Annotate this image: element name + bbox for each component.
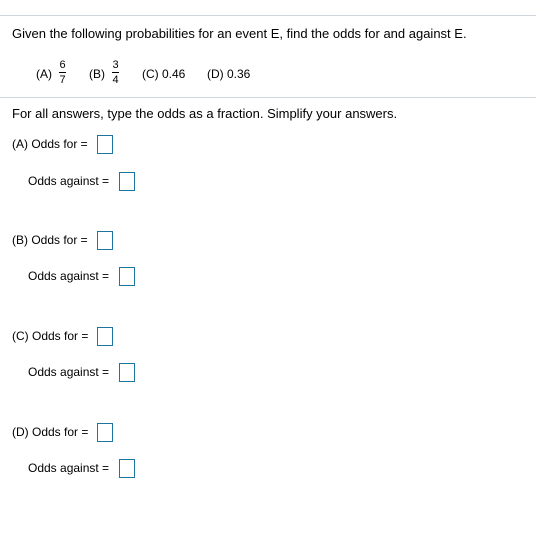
fraction-bar [59, 72, 66, 73]
answer-c-against-input[interactable] [119, 363, 135, 382]
option-b-fraction: 3 4 [112, 60, 119, 86]
answer-a-against-label: Odds against = [28, 174, 110, 188]
answer-c-for-label: (C) Odds for = [12, 329, 89, 343]
option-b-denominator: 4 [112, 74, 119, 86]
instruction-text: For all answers, type the odds as a frac… [12, 106, 398, 121]
answer-c-against-label: Odds against = [28, 365, 110, 379]
option-a-denominator: 7 [59, 74, 66, 86]
section-divider [0, 97, 536, 98]
answer-b-for-input[interactable] [97, 231, 113, 250]
option-a-fraction: 6 7 [59, 60, 66, 86]
answer-d-against-input[interactable] [119, 459, 135, 478]
answer-c-for-input[interactable] [97, 327, 113, 346]
answer-b-against-label: Odds against = [28, 269, 110, 283]
option-b-label: (B) [89, 67, 105, 81]
option-a-numerator: 6 [59, 59, 66, 71]
option-a-label: (A) [36, 67, 52, 81]
option-b-numerator: 3 [112, 59, 119, 71]
answer-d-against-label: Odds against = [28, 461, 110, 475]
answer-b-for-label: (B) Odds for = [12, 233, 88, 247]
answer-a-for-label: (A) Odds for = [12, 137, 88, 151]
answer-b-against-input[interactable] [119, 267, 135, 286]
answer-d-for-label: (D) Odds for = [12, 425, 89, 439]
option-d-label: (D) 0.36 [207, 67, 251, 81]
answer-a-against-input[interactable] [119, 172, 135, 191]
fraction-bar [112, 72, 119, 73]
option-c-label: (C) 0.46 [142, 67, 186, 81]
answer-d-for-input[interactable] [97, 423, 113, 442]
question-text: Given the following probabilities for an… [12, 26, 467, 41]
answer-a-for-input[interactable] [97, 135, 113, 154]
top-divider [0, 15, 536, 16]
